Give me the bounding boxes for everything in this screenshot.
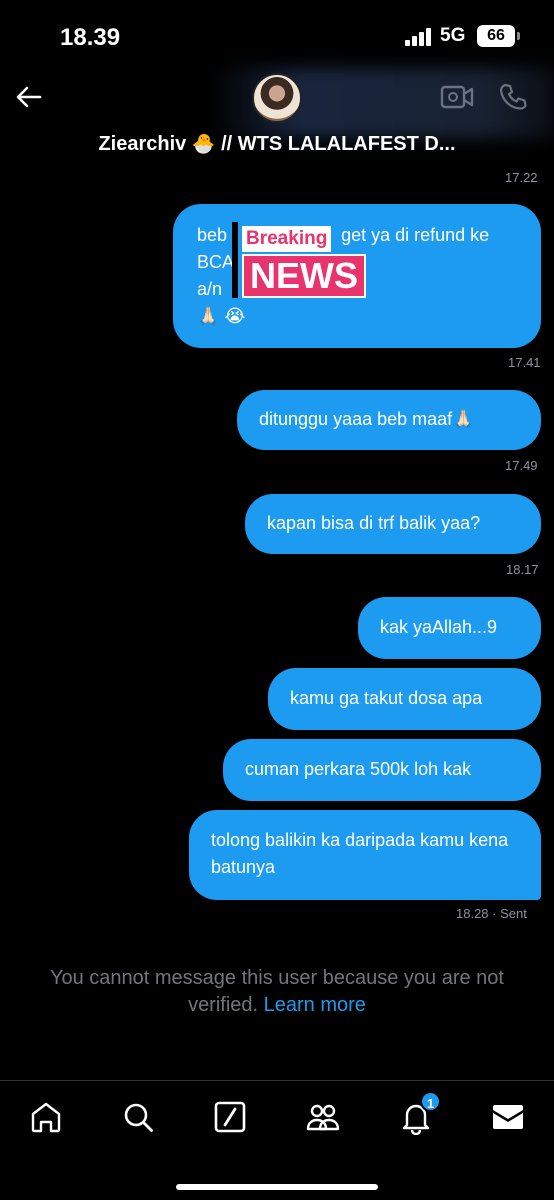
search-icon[interactable] (120, 1099, 156, 1135)
chat-header: Ziearchiv 🐣 // WTS LALALAFEST D... (0, 60, 554, 170)
message-bubble[interactable]: kapan bisa di trf balik yaa? (245, 494, 541, 554)
message-emoji: 🙏🏻 😭 (197, 306, 246, 326)
message-timestamp: 18.17 (506, 562, 539, 577)
message-text: kamu ga takut dosa apa (290, 688, 483, 708)
notifications-icon[interactable]: 1 (398, 1091, 441, 1136)
message-timestamp: 17.41 (508, 355, 541, 370)
message-text: tolong balikin ka daripada kamu kena bat… (211, 830, 509, 877)
message-timestamp: 18.28 (456, 906, 489, 921)
learn-more-link[interactable]: Learn more (264, 994, 366, 1016)
chat-title[interactable]: Ziearchiv 🐣 // WTS LALALAFEST D... (0, 132, 554, 156)
message-bubble[interactable]: kak yaAllah...9 (358, 597, 541, 659)
chat-title-rest: // WTS LALALAFEST D... (221, 133, 456, 155)
grok-icon[interactable] (212, 1099, 248, 1135)
breaking-label: Breaking (242, 226, 332, 252)
cannot-message-notice: You cannot message this user because you… (30, 965, 524, 1019)
home-indicator[interactable] (176, 1184, 378, 1190)
message-bubble[interactable]: kamu ga takut dosa apa (268, 668, 541, 730)
news-label: NEWS (242, 254, 366, 298)
sent-status: Sent (500, 906, 527, 921)
notification-badge: 1 (420, 1091, 441, 1112)
avatar[interactable] (252, 73, 302, 123)
message-bubble[interactable]: tolong balikin ka daripada kamu kena bat… (189, 810, 541, 900)
video-camera-icon[interactable] (440, 84, 474, 110)
network-label: 5G (440, 25, 466, 46)
message-text: kak yaAllah...9 (380, 617, 498, 637)
message-text: ditunggu yaaa beb maaf🙏🏻 (259, 409, 475, 429)
status-time: 18.39 (60, 24, 121, 51)
messages-icon[interactable] (490, 1099, 526, 1135)
message-bubble[interactable]: ditunggu yaaa beb maaf🙏🏻 (237, 390, 541, 450)
message-status: 18.28 · Sent (456, 906, 527, 921)
home-icon[interactable] (28, 1099, 64, 1135)
bottom-nav: 1 (0, 1080, 554, 1200)
message-text: kapan bisa di trf balik yaa? (267, 513, 481, 533)
battery-icon: 66 (477, 25, 520, 47)
message-bubble[interactable]: cuman perkara 500k loh kak (223, 739, 541, 801)
signal-icon (405, 28, 433, 46)
phone-icon[interactable] (498, 82, 528, 112)
communities-icon[interactable] (305, 1099, 341, 1135)
back-arrow-icon[interactable] (14, 82, 44, 112)
hatching-chick-icon: 🐣 (191, 134, 216, 155)
message-text: beb (197, 225, 228, 245)
breaking-news-sticker: Breaking NEWS (232, 222, 380, 300)
chat-name: Ziearchiv (98, 133, 187, 155)
sticker-bar (232, 222, 238, 298)
message-text: cuman perkara 500k loh kak (245, 759, 472, 779)
message-timestamp: 17.49 (505, 458, 538, 473)
message-timestamp: 17.22 (505, 170, 538, 185)
